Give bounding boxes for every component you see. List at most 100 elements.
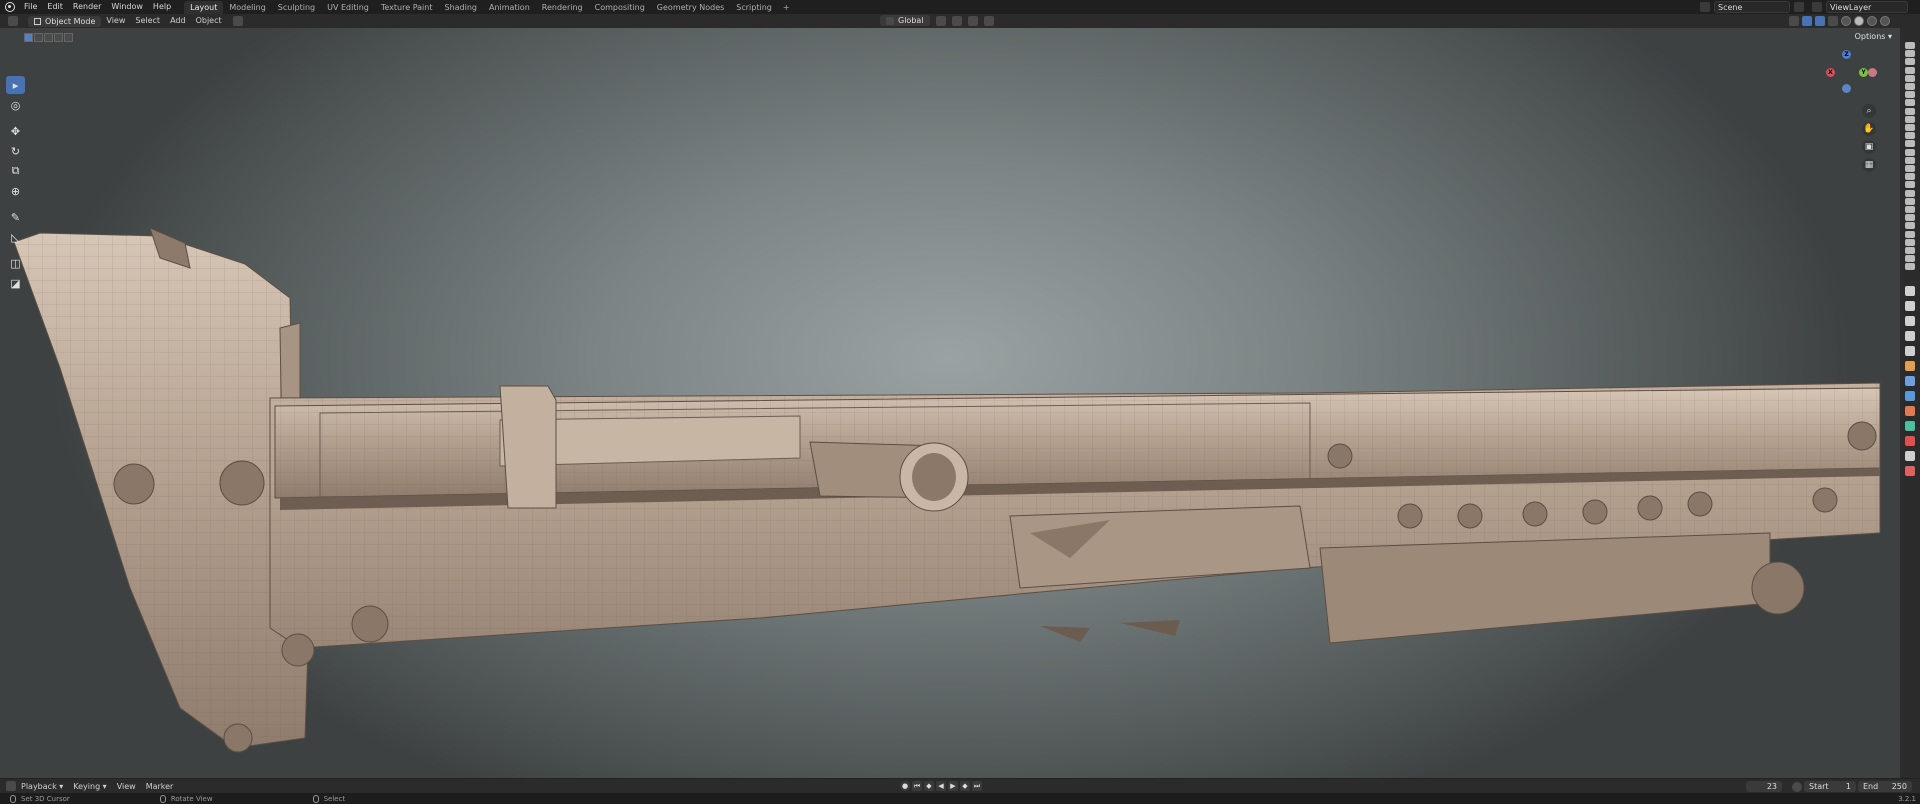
rendered-shading-icon[interactable]: [1880, 16, 1890, 26]
tab-uv-editing[interactable]: UV Editing: [321, 1, 375, 14]
cursor-tool-icon[interactable]: ◎: [6, 96, 25, 114]
play-icon[interactable]: ▶: [948, 781, 958, 791]
overlay-toggle-icon[interactable]: [1815, 16, 1825, 26]
transform-orientation-select[interactable]: Global: [880, 15, 930, 26]
gizmo-neg-z[interactable]: [1842, 84, 1851, 93]
annotate-tool-icon[interactable]: ✎: [6, 208, 25, 226]
visibility-camera-icon[interactable]: [1905, 83, 1915, 90]
render-props-icon[interactable]: [1905, 301, 1915, 311]
proportional-editing-icon[interactable]: [983, 15, 994, 26]
visibility-camera-icon[interactable]: [1905, 181, 1915, 189]
measure-tool-icon[interactable]: ◺: [6, 228, 25, 246]
visibility-camera-icon[interactable]: [1905, 263, 1915, 271]
visibility-camera-icon[interactable]: [1905, 124, 1915, 131]
visibility-camera-icon[interactable]: [1905, 74, 1915, 82]
object-menu[interactable]: Object: [191, 14, 227, 28]
tab-shading[interactable]: Shading: [438, 1, 483, 14]
output-props-icon[interactable]: [1905, 316, 1915, 326]
keying-menu[interactable]: Keying ▾: [68, 779, 111, 794]
tab-layout[interactable]: Layout: [184, 1, 224, 14]
tab-texture-paint[interactable]: Texture Paint: [375, 1, 439, 14]
visibility-icon[interactable]: [1789, 16, 1799, 26]
visibility-camera-icon[interactable]: [1905, 255, 1915, 263]
tab-sculpting[interactable]: Sculpting: [272, 1, 321, 14]
data-props-icon[interactable]: [1905, 436, 1915, 446]
current-frame-field[interactable]: 23: [1746, 781, 1782, 792]
visibility-camera-icon[interactable]: [1905, 66, 1915, 74]
camera-view-icon[interactable]: ▣: [1862, 140, 1876, 154]
physics-props-icon[interactable]: [1905, 406, 1915, 416]
rotate-tool-icon[interactable]: ↻: [6, 142, 25, 160]
scale-tool-icon[interactable]: ⧉: [6, 162, 25, 180]
particles-props-icon[interactable]: [1905, 391, 1915, 401]
visibility-camera-icon[interactable]: [1905, 173, 1915, 181]
tab-animation[interactable]: Animation: [483, 1, 536, 14]
visibility-camera-icon[interactable]: [1905, 50, 1915, 58]
timeline-view-menu[interactable]: View: [112, 779, 141, 794]
constraints-props-icon[interactable]: [1905, 421, 1915, 431]
end-frame-field[interactable]: End 250: [1858, 781, 1912, 792]
jump-end-icon[interactable]: ⏭: [972, 781, 982, 791]
view-menu[interactable]: View: [101, 14, 130, 28]
record-icon[interactable]: ●: [900, 781, 910, 791]
scene-props-icon[interactable]: [1905, 346, 1915, 356]
mode-selector[interactable]: Object Mode: [28, 15, 102, 27]
material-props-icon[interactable]: [1905, 451, 1915, 461]
timeline-editor-icon[interactable]: [6, 781, 16, 791]
menu-edit[interactable]: Edit: [42, 0, 68, 14]
modifier-props-icon[interactable]: [1905, 376, 1915, 386]
clock-icon[interactable]: [1792, 782, 1802, 792]
view-layer-props-icon[interactable]: [1905, 331, 1915, 341]
select-menu[interactable]: Select: [130, 14, 165, 28]
visibility-camera-icon[interactable]: [1905, 206, 1915, 213]
scene-new-icon[interactable]: [1794, 2, 1804, 12]
visibility-camera-icon[interactable]: [1905, 42, 1915, 49]
gizmo-neg-x[interactable]: [1868, 68, 1877, 77]
visibility-camera-icon[interactable]: [1905, 189, 1915, 197]
visibility-camera-icon[interactable]: [1905, 222, 1915, 230]
jump-start-icon[interactable]: ⏮: [912, 781, 922, 791]
add-workspace-button[interactable]: +: [778, 1, 795, 14]
viewlayer-selector[interactable]: ViewLayer: [1826, 1, 1908, 13]
solid-shading-icon[interactable]: [1854, 16, 1864, 26]
marker-menu[interactable]: Marker: [141, 779, 179, 794]
visibility-camera-icon[interactable]: [1905, 197, 1915, 205]
visibility-camera-icon[interactable]: [1905, 156, 1915, 164]
gizmo-x-axis[interactable]: X: [1826, 68, 1835, 77]
scene-browse-icon[interactable]: [1700, 2, 1710, 12]
visibility-camera-icon[interactable]: [1905, 165, 1915, 172]
visibility-camera-icon[interactable]: [1905, 148, 1915, 156]
prev-key-icon[interactable]: ◆: [924, 781, 934, 791]
visibility-camera-icon[interactable]: [1905, 115, 1915, 123]
viewlayer-browse-icon[interactable]: [1812, 2, 1822, 12]
tool-props-icon[interactable]: [1905, 286, 1915, 296]
tab-modeling[interactable]: Modeling: [223, 1, 271, 14]
blender-logo-icon[interactable]: [5, 2, 15, 12]
menu-render[interactable]: Render: [68, 0, 106, 14]
snap-target-icon[interactable]: [967, 15, 978, 26]
texture-props-icon[interactable]: [1905, 466, 1915, 476]
gesture-icon[interactable]: [232, 16, 243, 26]
play-reverse-icon[interactable]: ◀: [936, 781, 946, 791]
tab-rendering[interactable]: Rendering: [536, 1, 589, 14]
transform-tool-icon[interactable]: ⊕: [6, 182, 25, 200]
gizmo-y-axis[interactable]: Y: [1859, 68, 1868, 77]
visibility-camera-icon[interactable]: [1905, 247, 1915, 254]
tab-scripting[interactable]: Scripting: [730, 1, 778, 14]
add-menu[interactable]: Add: [165, 14, 191, 28]
playback-menu[interactable]: Playback ▾: [16, 779, 68, 794]
zoom-icon[interactable]: ⌕: [1862, 104, 1876, 118]
xray-icon[interactable]: [1828, 16, 1838, 26]
add-cube-tool-icon[interactable]: ◫: [6, 254, 25, 272]
perspective-grid-icon[interactable]: ▦: [1862, 158, 1876, 172]
gizmo-toggle-icon[interactable]: [1802, 16, 1812, 26]
menu-file[interactable]: File: [19, 0, 42, 14]
visibility-camera-icon[interactable]: [1905, 99, 1915, 107]
start-frame-field[interactable]: Start 1: [1804, 781, 1856, 792]
pan-hand-icon[interactable]: ✋: [1862, 122, 1876, 136]
visibility-camera-icon[interactable]: [1905, 140, 1915, 148]
next-key-icon[interactable]: ◆: [960, 781, 970, 791]
navigation-gizmo[interactable]: Z X Y: [1822, 40, 1877, 93]
select-box-tool-icon[interactable]: ▸: [6, 76, 25, 94]
visibility-camera-icon[interactable]: [1905, 107, 1915, 115]
